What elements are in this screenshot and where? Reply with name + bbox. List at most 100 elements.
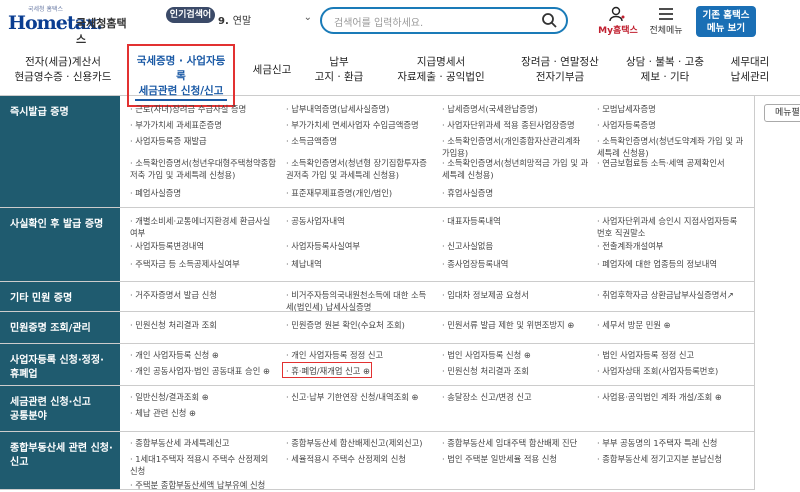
user-icon	[609, 6, 625, 22]
gnb-incentive[interactable]: 장려금 · 연말정산 전자기부금	[508, 55, 612, 85]
gnb-label: 전자(세금)계산서	[25, 56, 101, 68]
menu-link-text: · 사업용·공익법인 계좌 개설/조회 ⊕	[597, 392, 722, 402]
gnb-payment[interactable]: 납부 고지 · 환급	[306, 55, 372, 85]
menu-link[interactable]: · 개인 사업자등록 정정 신고	[286, 350, 436, 362]
hometax-logo[interactable]: 국세청 홈택스 Hometax. 국세청홈택스	[6, 4, 134, 46]
menu-link-text: 여부	[130, 227, 146, 238]
all-menu-button[interactable]: 전체메뉴	[644, 6, 688, 36]
menu-link[interactable]: · 납세증명서(국세완납증명)	[442, 104, 592, 116]
menu-link[interactable]: · 법인 사업자등록 신청 ⊕	[442, 350, 592, 362]
menu-link[interactable]: · 소득확인증명서(청년형 장기집합투자증 권저축 가입 및 과세특례 신청용)	[286, 158, 436, 181]
gnb-tax-return[interactable]: 세금신고	[246, 63, 298, 78]
menu-link[interactable]: · 송달장소 신고/변경 신고	[442, 392, 592, 404]
menu-link-text: · 송달장소 신고/변경 신고	[442, 392, 532, 402]
menu-link[interactable]: · 체납내역	[286, 259, 436, 271]
row-header-label: 세금관련 신청·신고 공통분야	[10, 397, 91, 422]
menu-link-text: · 대표자등록내역	[442, 216, 501, 226]
menu-link[interactable]: · 취업후학자금 상환금납부사실증명서↗	[597, 290, 747, 302]
old-menu-button[interactable]: 기존 홈택스 메뉴 보기	[696, 6, 756, 37]
menu-link[interactable]: · 민원신청 처리결과 조회	[130, 320, 280, 332]
menu-link[interactable]: · 1세대1주택자 적용시 주택수 산정제외 신청	[130, 454, 280, 477]
menu-link-text: · 사업자단위과세 적용 종된사업장증명	[442, 120, 575, 130]
menu-link[interactable]: · 세무서 방문 민원 ⊕	[597, 320, 747, 332]
menu-link[interactable]: · 휴업사실증명	[442, 188, 592, 200]
menu-link[interactable]: · 소득금액증명	[286, 136, 436, 148]
menu-link[interactable]: · 법인 주택분 일반세율 적용 신청	[442, 454, 592, 466]
chevron-down-icon[interactable]: ⌄	[304, 12, 312, 23]
menu-link[interactable]: · 폐업사실증명	[130, 188, 280, 200]
menu-link[interactable]: · 민원서류 발급 제한 및 위변조방지 ⊕	[442, 320, 592, 332]
menu-link[interactable]: · 모범납세자증명	[597, 104, 747, 116]
menu-link-text: · 개별소비세·교통에너지환경세 환급사실	[130, 216, 271, 226]
menu-link[interactable]: · 사업자단위과세 승인시 지점사업자등록 번호 직권말소	[597, 216, 747, 239]
menu-link[interactable]: · 종합부동산세 정기고지분 분납신청	[597, 454, 747, 466]
menu-link[interactable]: · 법인 사업자등록 정정 신고	[597, 350, 747, 362]
menu-link-text: · 사업자등록증 재발급	[130, 136, 207, 146]
menu-link[interactable]: · 부부 공동명의 1주택자 특례 신청	[597, 438, 747, 450]
menu-link-text: · 개인 사업자등록 신청 ⊕	[130, 350, 219, 360]
menu-link[interactable]: · 공동사업자내역	[286, 216, 436, 228]
menu-link[interactable]: · 신고사실없음	[442, 241, 592, 253]
menu-link[interactable]: · 부가가치세 면세사업자 수입금액증명	[286, 120, 436, 132]
gnb-payment-statement[interactable]: 지급명세서 자료제출 · 공익법인	[384, 55, 498, 85]
menu-link-text: · 신고·납부 기한연장 신청/내역조회 ⊕	[286, 392, 419, 402]
hamburger-menu-icon	[659, 8, 673, 20]
menu-link[interactable]: · 비거주자등의국내원천소득에 대한 소득 세(법인세) 납세사실증명	[286, 290, 436, 313]
menu-link-text: · 민원서류 발급 제한 및 위변조방지 ⊕	[442, 320, 575, 330]
search-input[interactable]: 검색어를 입력하세요.	[320, 7, 568, 34]
gnb-label: 장려금 · 연말정산	[521, 56, 599, 68]
menu-link[interactable]: · 전출계좌개설여부	[597, 241, 747, 253]
menu-link[interactable]: · 연금보험료등 소득·세액 공제확인서	[597, 158, 747, 170]
menu-link-text: 권저축 가입 및 과세특례 신청용)	[286, 169, 400, 180]
menu-link[interactable]: · 사업자상태 조회(사업자등록번호)	[597, 366, 747, 378]
menu-link[interactable]: · 사업용·공익법인 계좌 개설/조회 ⊕	[597, 392, 747, 404]
gnb-label: 지급명세서	[416, 56, 466, 68]
menu-link[interactable]: · 임대차 정보제공 요청서	[442, 290, 592, 302]
gnb-tax-agent[interactable]: 세무대리 납세관리	[718, 55, 782, 85]
menu-link[interactable]: · 신고·납부 기한연장 신청/내역조회 ⊕	[286, 392, 436, 404]
menu-link[interactable]: · 민원신청 처리결과 조회	[442, 366, 592, 378]
search-icon[interactable]	[541, 12, 557, 28]
menu-link[interactable]: · 소득확인증명서(청년희망적금 가입 및 과 세특례 신청용)	[442, 158, 592, 181]
table-row: 즉시발급 증명 · 근로(자녀)장려금 수급사실 증명 · 납부내역증명(납세사실증…	[0, 96, 754, 208]
menu-link[interactable]: · 사업자등록변경내역	[130, 241, 280, 253]
menu-link-text: · 신고사실없음	[442, 241, 494, 251]
menu-link[interactable]: · 납부내역증명(납세사실증명)	[286, 104, 436, 116]
menu-link[interactable]: · 소득확인증명서(개인종합자산관리계좌 가입용)	[442, 136, 592, 159]
menu-link[interactable]: · 종사업장등록내역	[442, 259, 592, 271]
menu-link-text: 신청	[130, 465, 146, 476]
menu-link[interactable]: · 사업자등록사실여부	[286, 241, 436, 253]
menu-link[interactable]: · 근로(자녀)장려금 수급사실 증명	[130, 104, 280, 116]
menu-link-text: · 종합부동산세 임대주택 합산배제 진단	[442, 438, 578, 448]
menu-expand-button[interactable]: 메뉴펼침	[764, 104, 800, 122]
menu-link[interactable]: · 체납 관련 신청 ⊕	[130, 408, 280, 420]
popular-search-term[interactable]: 9. 연말 ⌄	[218, 12, 314, 28]
menu-link-text: 저축 가입 및 과세특례 신청용)	[130, 169, 236, 180]
menu-link[interactable]: · 소득확인증명서(청년도약계좌 가입 및 과 세특례 신청용)	[597, 136, 747, 159]
menu-link[interactable]: · 거주자증명서 발급 신청	[130, 290, 280, 302]
menu-link[interactable]: · 세율적용시 주택수 산정제외 신청	[286, 454, 436, 466]
gnb-e-invoice[interactable]: 전자(세금)계산서 현금영수증 · 신용카드	[10, 55, 116, 85]
menu-link[interactable]: · 개인 사업자등록 신청 ⊕	[130, 350, 280, 362]
menu-link[interactable]: · 주택자금 등 소득공제사실여부	[130, 259, 280, 271]
menu-link[interactable]: · 사업자단위과세 적용 종된사업장증명	[442, 120, 592, 132]
menu-link[interactable]: · 대표자등록내역	[442, 216, 592, 228]
menu-link[interactable]: · 개인 공동사업자·법인 공동대표 승인 ⊕	[130, 366, 280, 378]
menu-link[interactable]: · 종합부동산세 과세특례신고	[130, 438, 280, 450]
menu-link[interactable]: · 소득확인증명서(청년우대형주택청약종합 저축 가입 및 과세특례 신청용)	[130, 158, 280, 181]
menu-link[interactable]: · 사업자등록증 재발급	[130, 136, 280, 148]
menu-link-text: · 소득확인증명서(청년우대형주택청약종합	[130, 158, 276, 168]
menu-link[interactable]: · 종합부동산세 임대주택 합산배제 진단	[442, 438, 592, 450]
menu-link[interactable]: · 일반신청/결과조회 ⊕	[130, 392, 280, 404]
menu-link[interactable]: · 사업자등록증명	[597, 120, 747, 132]
gnb-consulting[interactable]: 상담 · 불복 · 고충 제보 · 기타	[620, 55, 710, 85]
menu-link-text: · 종사업장등록내역	[442, 259, 509, 269]
menu-link[interactable]: · 부가가치세 과세표준증명	[130, 120, 280, 132]
menu-link[interactable]: · 종합부동산세 합산배제신고(제외신고)	[286, 438, 436, 450]
menu-link-text: · 취업후학자금 상환금납부사실증명서↗	[597, 290, 734, 300]
menu-link[interactable]: · 폐업자에 대한 업종등의 정보내역	[597, 259, 747, 271]
menu-link[interactable]: · 개별소비세·교통에너지환경세 환급사실 여부	[130, 216, 280, 239]
my-hometax-button[interactable]: My홈택스	[594, 6, 638, 36]
menu-link[interactable]: · 표준재무제표증명(개인/법인)	[286, 188, 436, 200]
menu-link[interactable]: · 민원증명 원본 확인(수요처 조회)	[286, 320, 436, 332]
